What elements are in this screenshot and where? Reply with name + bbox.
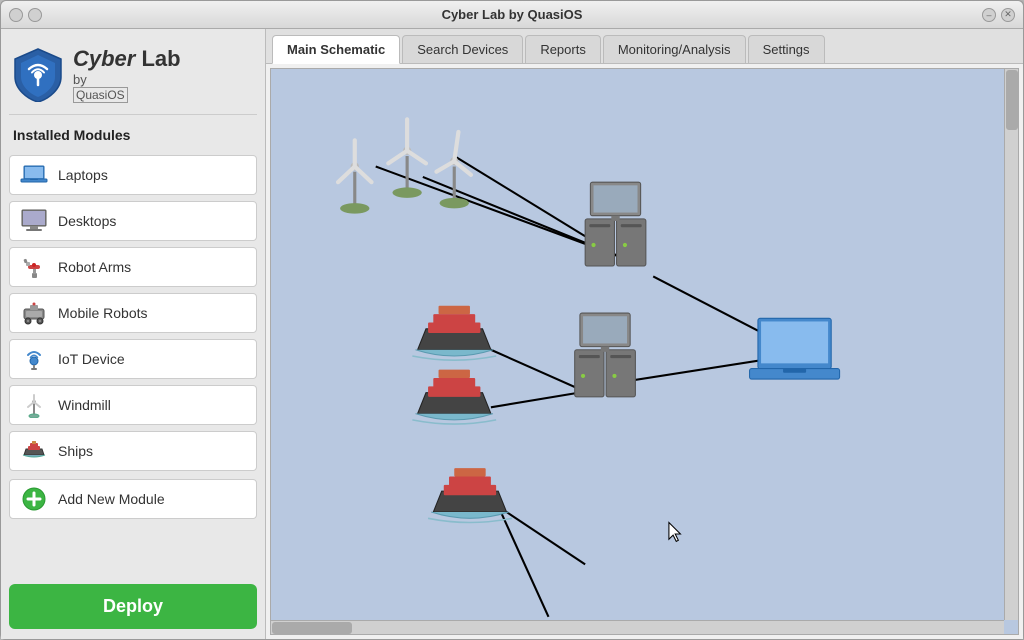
logo-brand: Cyber Lab xyxy=(73,47,181,71)
tab-monitoring-analysis[interactable]: Monitoring/Analysis xyxy=(603,35,746,63)
add-module-icon xyxy=(20,487,48,511)
laptop xyxy=(750,318,840,379)
vertical-scrollbar[interactable] xyxy=(1004,69,1018,620)
minimize-right-button[interactable]: – xyxy=(982,8,996,22)
schematic-area[interactable] xyxy=(270,68,1019,635)
tab-settings[interactable]: Settings xyxy=(748,35,825,63)
module-desktops[interactable]: Desktops xyxy=(9,201,257,241)
ships-label: Ships xyxy=(58,443,93,459)
add-module-button[interactable]: Add New Module xyxy=(9,479,257,519)
tab-reports[interactable]: Reports xyxy=(525,35,601,63)
deploy-button[interactable]: Deploy xyxy=(9,584,257,629)
close-button[interactable] xyxy=(9,8,23,22)
module-laptops[interactable]: Laptops xyxy=(9,155,257,195)
logo-area: Cyber Lab byQuasiOS xyxy=(9,39,257,115)
mobile-robots-icon xyxy=(20,301,48,325)
close-right-button[interactable]: ✕ xyxy=(1001,8,1015,22)
schematic-canvas xyxy=(271,69,1004,620)
title-bar: Cyber Lab by QuasiOS – ✕ xyxy=(1,1,1023,29)
module-robot-arms[interactable]: Robot Arms xyxy=(9,247,257,287)
main-window: Cyber Lab by QuasiOS – ✕ xyxy=(0,0,1024,640)
desktops-icon xyxy=(20,209,48,233)
window-title: Cyber Lab by QuasiOS xyxy=(42,7,982,22)
network-diagram xyxy=(271,69,1004,620)
logo-sub: byQuasiOS xyxy=(73,72,181,102)
ships-icon xyxy=(20,439,48,463)
robot-arms-label: Robot Arms xyxy=(58,259,131,275)
module-iot-device[interactable]: IoT Device xyxy=(9,339,257,379)
window-content: Cyber Lab byQuasiOS Installed Modules xyxy=(1,29,1023,639)
laptops-label: Laptops xyxy=(58,167,108,183)
tabs-bar: Main Schematic Search Devices Reports Mo… xyxy=(266,29,1023,64)
window-controls xyxy=(9,8,42,22)
windmill-label: Windmill xyxy=(58,397,111,413)
tab-search-devices[interactable]: Search Devices xyxy=(402,35,523,63)
horizontal-scrollbar-thumb[interactable] xyxy=(272,622,352,634)
iot-device-icon xyxy=(20,347,48,371)
logo-icon xyxy=(13,47,63,102)
module-windmill[interactable]: Windmill xyxy=(9,385,257,425)
installed-modules-label: Installed Modules xyxy=(9,125,257,149)
tab-main-schematic[interactable]: Main Schematic xyxy=(272,35,400,64)
desktops-label: Desktops xyxy=(58,213,116,229)
minimize-button[interactable] xyxy=(28,8,42,22)
robot-arms-icon xyxy=(20,255,48,279)
iot-device-label: IoT Device xyxy=(58,351,125,367)
main-area: Main Schematic Search Devices Reports Mo… xyxy=(266,29,1023,639)
mobile-robots-label: Mobile Robots xyxy=(58,305,148,321)
vertical-scrollbar-thumb[interactable] xyxy=(1006,70,1018,130)
module-mobile-robots[interactable]: Mobile Robots xyxy=(9,293,257,333)
logo-text-area: Cyber Lab byQuasiOS xyxy=(73,47,181,101)
laptops-icon xyxy=(20,163,48,187)
horizontal-scrollbar[interactable] xyxy=(271,620,1004,634)
sidebar: Cyber Lab byQuasiOS Installed Modules xyxy=(1,29,266,639)
add-module-label: Add New Module xyxy=(58,491,165,507)
module-ships[interactable]: Ships xyxy=(9,431,257,471)
windmill-icon xyxy=(20,393,48,417)
